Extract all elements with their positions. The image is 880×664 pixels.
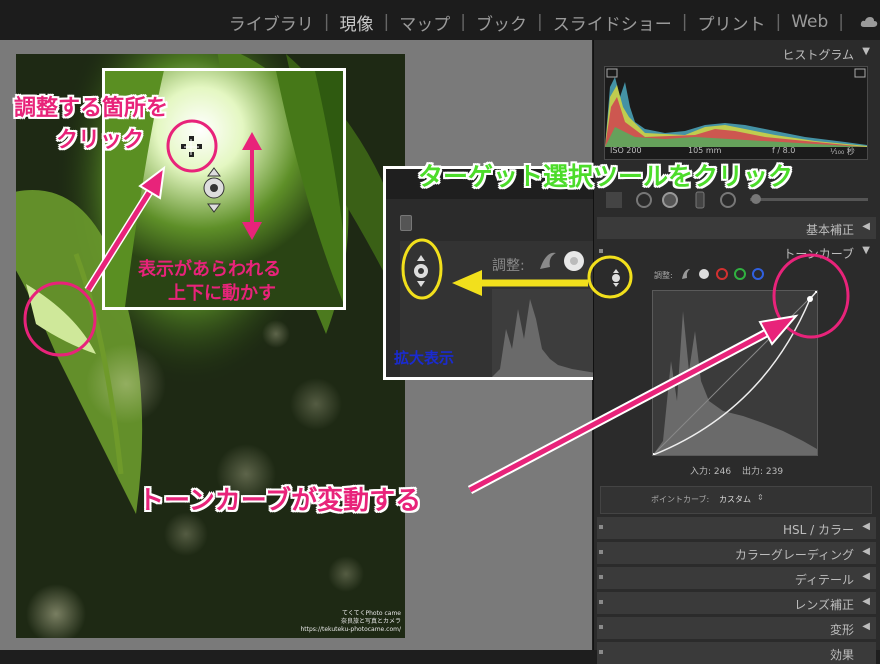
panel-grip [599, 625, 603, 629]
collapse-left-icon: ◀ [862, 571, 870, 582]
shutter-speed: ¹⁄₁₀₀ 秒 [830, 147, 855, 156]
inset-histogram [492, 289, 596, 377]
panel-grip [599, 575, 603, 579]
focal-length: 105 mm [688, 146, 722, 155]
watermark-line: 奈良旅と写真とカメラ [340, 618, 401, 625]
color-grading-title: カラーグレーディング [734, 548, 854, 562]
cloud-icon[interactable] [860, 16, 878, 28]
detail-header[interactable]: ディテール ◀ [597, 567, 876, 589]
collapse-left-icon: ◀ [862, 596, 870, 607]
module-picker: ライブラリ | 現像 | マップ | ブック | スライドショー | プリント | Web … [225, 10, 880, 35]
input-label: 入力: [690, 467, 712, 477]
effects-header[interactable]: 効果 [597, 642, 876, 664]
module-book[interactable]: ブック [472, 10, 531, 35]
hsl-title: HSL / カラー [783, 523, 854, 537]
color-grading-header[interactable]: カラーグレーディング ◀ [597, 542, 876, 564]
collapse-left-icon: ◀ [862, 221, 870, 232]
module-develop[interactable]: 現像 [336, 10, 378, 35]
panel-grip [599, 525, 603, 529]
point-curve-select[interactable]: カスタム [719, 494, 751, 505]
output-value: 239 [765, 467, 784, 477]
point-curve-row: ポイントカーブ: カスタム ⇕ [600, 486, 872, 514]
module-library[interactable]: ライブラリ [225, 10, 318, 35]
shown-label-line1: 表示があらわれる [138, 259, 282, 280]
module-separator: | [775, 12, 782, 32]
panel-grip [599, 650, 603, 654]
point-curve-label: ポイントカーブ: [651, 495, 710, 504]
aperture-value: f / 8.0 [772, 146, 796, 155]
curve-channel-buttons[interactable] [678, 266, 768, 282]
panel-grip [599, 600, 603, 604]
module-separator: | [460, 12, 466, 32]
histogram-graph [605, 68, 867, 147]
panel-grip [599, 249, 603, 253]
curve-changes-label: トーンカーブが変動する [138, 486, 422, 516]
collapse-left-icon: ◀ [862, 621, 870, 632]
target-adjust-icon[interactable] [408, 253, 434, 289]
zoomed-label: 拡大表示 [394, 349, 455, 367]
effects-title: 効果 [829, 648, 854, 662]
watermark: てくてくPhoto came 奈良旅と写真とカメラ https://tekute… [300, 610, 401, 634]
target-tool-label: ターゲット選択ツールをクリック [418, 162, 794, 191]
curve-readout: 入力: 246 出力: 239 [690, 464, 783, 477]
shown-label-line2: 上下に動かす [168, 283, 276, 304]
select-arrows-icon: ⇕ [757, 493, 764, 502]
transform-header[interactable]: 変形 ◀ [597, 617, 876, 639]
collapse-left-icon: ◀ [862, 546, 870, 557]
module-web[interactable]: Web [787, 12, 832, 32]
input-value: 246 [713, 467, 732, 477]
transform-title: 変形 [829, 623, 854, 637]
inset-grip [400, 215, 412, 231]
hsl-header[interactable]: HSL / カラー ◀ [597, 517, 876, 539]
target-adjust-icon[interactable] [604, 266, 628, 290]
panel-grip [599, 550, 603, 554]
output-label: 出力: [741, 467, 764, 477]
module-separator: | [383, 12, 390, 32]
module-separator: | [323, 12, 330, 32]
tone-curve-graph[interactable] [651, 289, 819, 457]
watermark-line: https://tekuteku-photocame.com/ [300, 626, 401, 633]
basic-title: 基本補正 [805, 223, 854, 237]
module-map[interactable]: マップ [395, 10, 454, 35]
watermark-line: てくてくPhoto came [342, 610, 401, 617]
lens-correction-header[interactable]: レンズ補正 ◀ [597, 592, 876, 614]
collapse-left-icon: ◀ [862, 521, 870, 532]
adjust-label: 調整: [654, 271, 673, 280]
iso-value: ISO 200 [610, 146, 642, 155]
basic-header[interactable]: 基本補正 ◀ [597, 217, 876, 239]
module-separator: | [681, 12, 688, 32]
collapse-down-icon: ▼ [862, 46, 870, 57]
module-slideshow[interactable]: スライドショー [549, 10, 676, 35]
inset-curve-icons [540, 251, 584, 271]
click-spot-label-line1: 調整する箇所を [14, 96, 169, 121]
crop-tool-icon [606, 192, 622, 208]
module-separator: | [536, 12, 543, 32]
lens-correction-title: レンズ補正 [794, 598, 854, 612]
module-separator: | [838, 12, 844, 32]
click-spot-label-line2: クリック [56, 128, 145, 153]
collapse-down-icon: ▼ [862, 245, 870, 256]
tone-curve-svg [651, 289, 819, 457]
module-print[interactable]: プリント [693, 10, 769, 35]
histogram-title: ヒストグラム [782, 48, 854, 62]
histogram-header[interactable]: ヒストグラム ▼ [597, 42, 876, 64]
detail-title: ディテール [794, 573, 854, 587]
inset-adjust-label: 調整: [492, 258, 525, 274]
module-bar: ライブラリ | 現像 | マップ | ブック | スライドショー | プリント | Web … [0, 0, 880, 40]
